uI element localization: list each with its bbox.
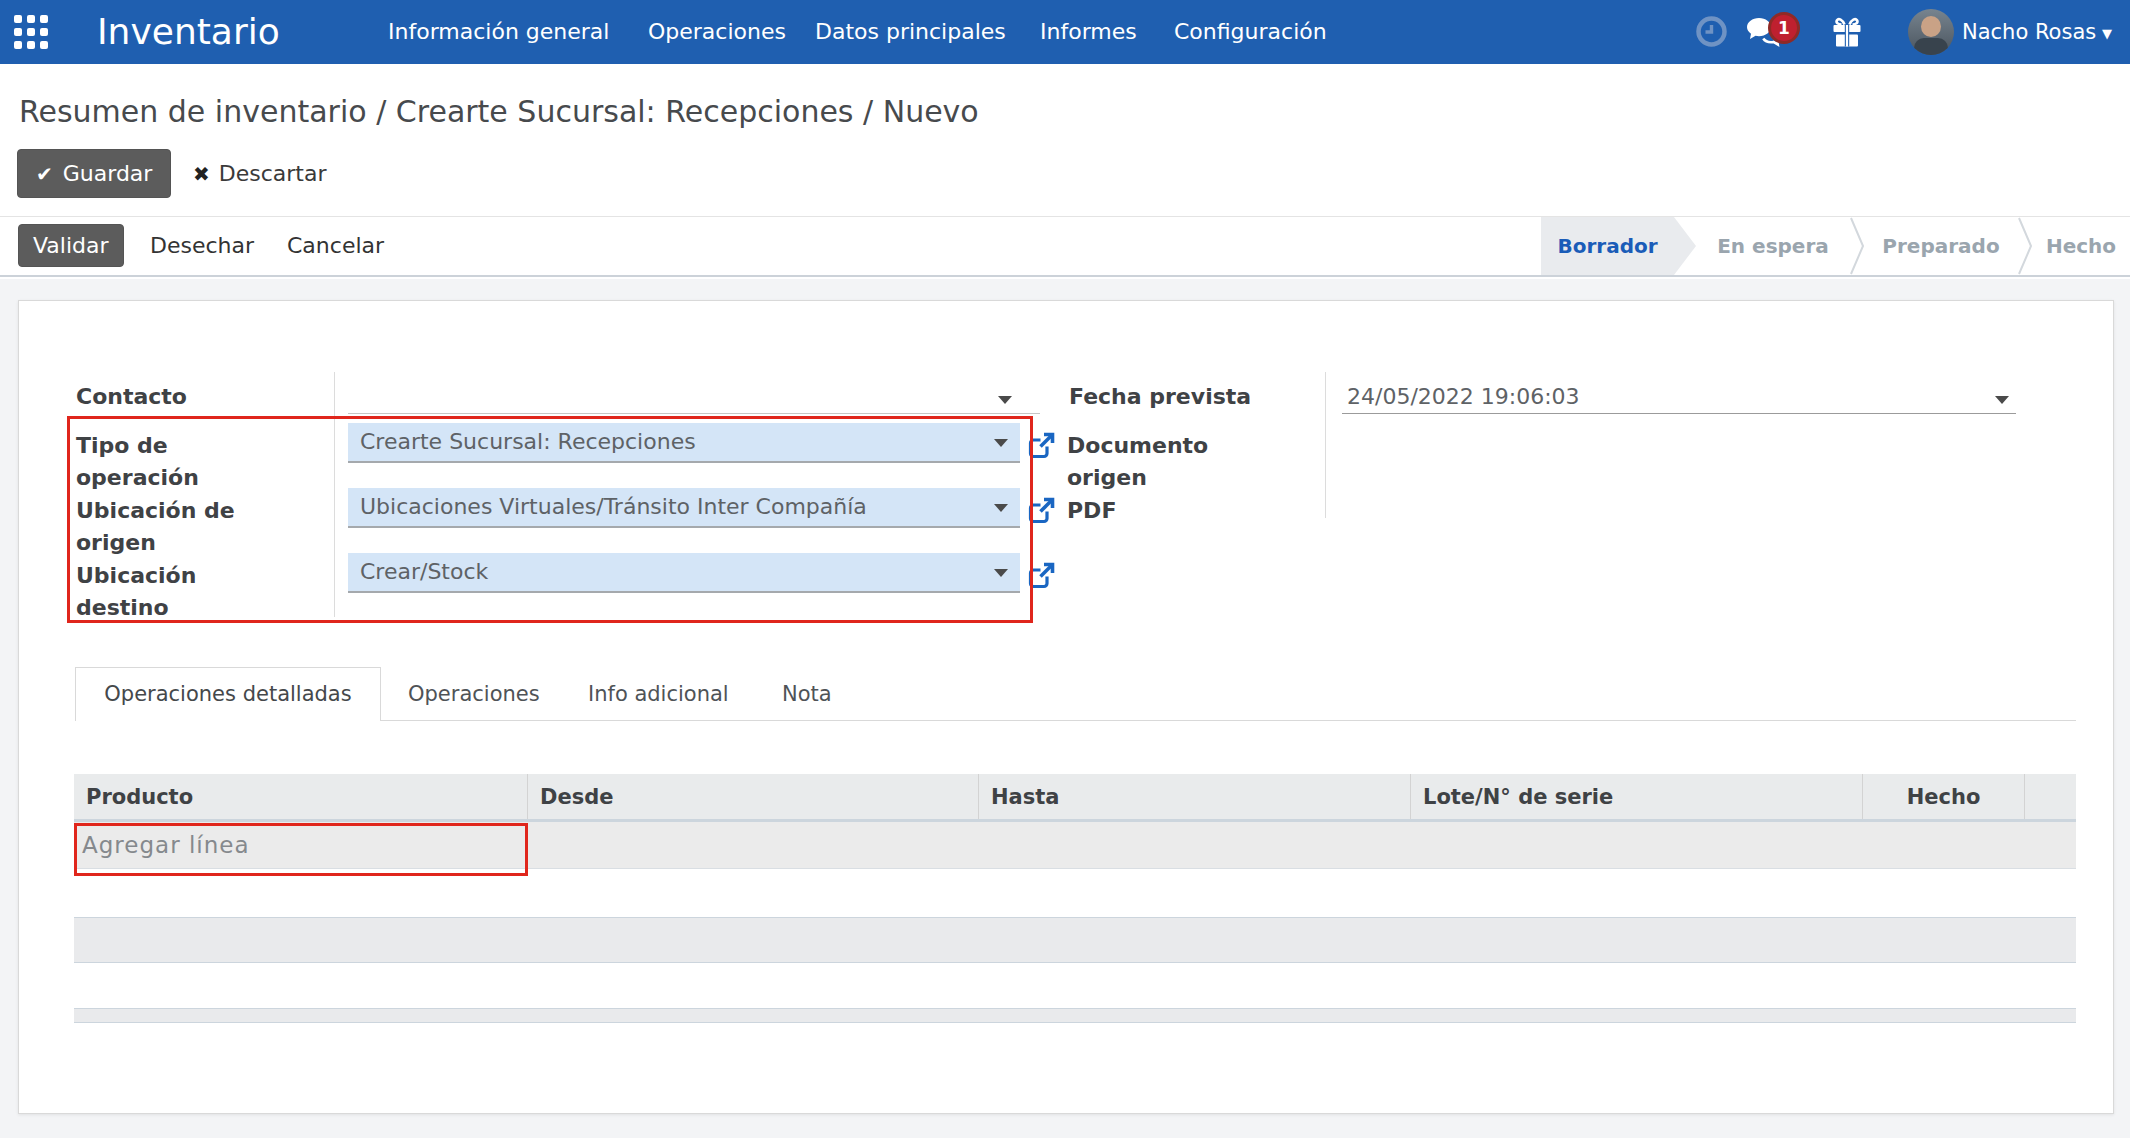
- user-menu-caret-icon[interactable]: ▼: [2102, 2, 2112, 66]
- tab-info-adicional[interactable]: Info adicional: [588, 680, 729, 708]
- operation-type-external-link-icon[interactable]: [1027, 431, 1056, 460]
- operation-type-label: Tipo de operación: [76, 430, 246, 494]
- apps-grid-icon[interactable]: [14, 15, 48, 49]
- col-lote[interactable]: Lote/N° de serie: [1411, 774, 1863, 819]
- tab-nota[interactable]: Nota: [782, 680, 832, 708]
- cancel-button[interactable]: Cancelar: [287, 217, 384, 275]
- menu-informes[interactable]: Informes: [1040, 0, 1137, 64]
- tab-bottom-border: [381, 720, 2076, 721]
- dropdown-caret-icon: [994, 569, 1008, 577]
- activity-clock-icon[interactable]: [1695, 15, 1728, 48]
- col-hasta[interactable]: Hasta: [979, 774, 1411, 819]
- validate-button[interactable]: Validar: [18, 224, 124, 267]
- col-hecho[interactable]: Hecho: [1863, 774, 2025, 819]
- stage-borrador[interactable]: Borrador: [1541, 217, 1696, 275]
- stage-separator: [1850, 217, 1864, 275]
- date-field-underline: [1342, 413, 2016, 414]
- tab-operaciones-detalladas[interactable]: Operaciones detalladas: [75, 667, 381, 721]
- menu-configuracion[interactable]: Configuración: [1174, 0, 1327, 64]
- menu-informacion-general[interactable]: Información general: [388, 0, 609, 64]
- app-title[interactable]: Inventario: [97, 0, 280, 64]
- stage-separator: [2018, 217, 2032, 275]
- add-line-button[interactable]: Agregar línea: [82, 822, 250, 869]
- table-row: Agregar línea: [74, 822, 2076, 869]
- empty-row-thin: [74, 1008, 2076, 1023]
- label-separator-line: [334, 372, 335, 617]
- date-dropdown-caret-icon[interactable]: [1995, 396, 2009, 404]
- contact-label: Contacto: [76, 381, 187, 413]
- top-navbar: Inventario Información general Operacion…: [0, 0, 2130, 64]
- gift-icon[interactable]: [1832, 16, 1862, 47]
- x-icon: ✖: [193, 162, 210, 186]
- contact-field-underline: [348, 413, 1040, 414]
- dropdown-caret-icon: [994, 439, 1008, 447]
- scheduled-date-value[interactable]: 24/05/2022 19:06:03: [1347, 384, 1580, 409]
- empty-row: [74, 917, 2076, 963]
- user-avatar[interactable]: [1908, 9, 1954, 55]
- stage-hecho[interactable]: Hecho: [2032, 217, 2130, 275]
- form-toolbar: Validar Desechar Cancelar Borrador En es…: [0, 217, 2130, 277]
- tab-operaciones[interactable]: Operaciones: [408, 680, 540, 708]
- label-separator-line-right: [1325, 372, 1326, 518]
- inventory-app: Inventario Información general Operacion…: [0, 0, 2130, 1138]
- breadcrumb: Resumen de inventario / Crearte Sucursal…: [19, 94, 979, 129]
- col-extra: [2025, 774, 2076, 819]
- stage-preparado[interactable]: Preparado: [1864, 217, 2018, 275]
- scheduled-date-label: Fecha prevista: [1069, 381, 1251, 413]
- source-location-field[interactable]: Ubicaciones Virtuales/Tránsito Inter Com…: [348, 488, 1020, 528]
- operation-type-field[interactable]: Crearte Sucursal: Recepciones: [348, 423, 1020, 463]
- notification-badge[interactable]: 1: [1768, 12, 1800, 44]
- menu-datos-principales[interactable]: Datos principales: [815, 0, 1006, 64]
- user-name[interactable]: Nacho Rosas: [1962, 0, 2096, 64]
- source-location-external-link-icon[interactable]: [1027, 496, 1056, 525]
- breadcrumb-root[interactable]: Resumen de inventario: [19, 94, 367, 129]
- dest-location-field[interactable]: Crear/Stock: [348, 553, 1020, 593]
- pdf-label: PDF: [1067, 495, 1116, 527]
- source-document-label: Documento origen: [1067, 430, 1237, 494]
- menu-operaciones[interactable]: Operaciones: [648, 0, 786, 64]
- save-button[interactable]: ✔ Guardar: [17, 149, 171, 198]
- breadcrumb-current: Nuevo: [883, 94, 979, 129]
- dropdown-caret-icon: [994, 504, 1008, 512]
- col-producto[interactable]: Producto: [74, 774, 528, 819]
- check-icon: ✔: [36, 162, 53, 186]
- source-location-label: Ubicación de origen: [76, 495, 246, 559]
- discard-button[interactable]: ✖ Descartar: [193, 149, 326, 198]
- breadcrumb-parent[interactable]: Crearte Sucursal: Recepciones: [396, 94, 854, 129]
- contact-dropdown-caret-icon[interactable]: [998, 396, 1012, 404]
- stage-en-espera[interactable]: En espera: [1696, 217, 1850, 275]
- dest-location-label: Ubicación destino: [76, 560, 246, 624]
- scrap-button[interactable]: Desechar: [150, 217, 254, 275]
- table-header: Producto Desde Hasta Lote/N° de serie He…: [74, 774, 2076, 822]
- col-desde[interactable]: Desde: [528, 774, 979, 819]
- dest-location-external-link-icon[interactable]: [1027, 561, 1056, 590]
